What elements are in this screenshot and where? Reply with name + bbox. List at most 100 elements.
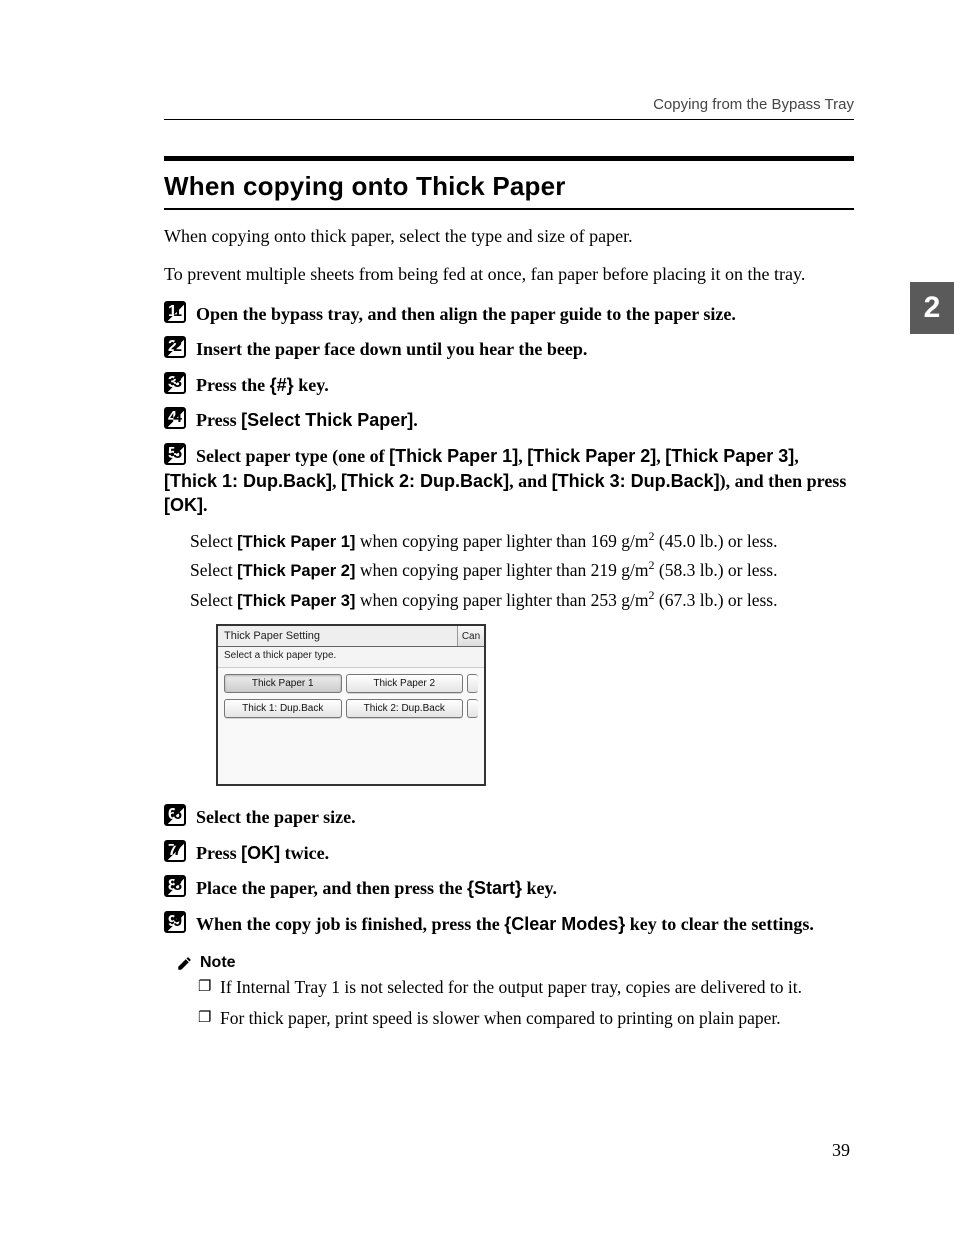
s9-post: key to clear the settings. [625, 914, 814, 934]
step-3-post: key. [294, 375, 329, 395]
step-number-icon: 66 [164, 804, 186, 826]
s5-b2: [Thick Paper 2] [527, 446, 656, 466]
tp3-label: [Thick Paper 3] [237, 591, 355, 609]
lcd-btn-partial-2[interactable] [467, 699, 478, 718]
thick-paper-3-spec: Select [Thick Paper 3] when copying pape… [190, 587, 854, 612]
tp3-pre: Select [190, 589, 237, 609]
s5-ok: [OK] [164, 495, 203, 515]
note-heading: Note [176, 954, 854, 972]
s5-post: . [203, 495, 208, 515]
pencil-icon [176, 954, 194, 972]
s7-post: twice. [280, 843, 329, 863]
lcd-body: Thick Paper 1 Thick Paper 2 Thick 1: Dup… [218, 668, 484, 784]
clear-modes-key-label: {Clear Modes} [504, 914, 625, 934]
lcd-btn-thick-paper-2[interactable]: Thick Paper 2 [346, 674, 464, 693]
note-item-1: If Internal Tray 1 is not selected for t… [198, 976, 854, 999]
lcd-btn-thick-paper-1[interactable]: Thick Paper 1 [224, 674, 342, 693]
running-header: Copying from the Bypass Tray [164, 96, 854, 113]
s8-post: key. [522, 878, 557, 898]
ok-label: [OK] [241, 843, 280, 863]
s5-b5: [Thick 2: Dup.Back] [341, 471, 509, 491]
step-number-icon: 55 [164, 443, 186, 465]
header-rule [164, 119, 854, 120]
page: Copying from the Bypass Tray 2 When copy… [0, 0, 954, 1235]
start-key-label: {Start} [467, 878, 522, 898]
tp2-label: [Thick Paper 2] [237, 562, 355, 580]
step-number-icon: 99 [164, 911, 186, 933]
s5-pre: Select paper type (one of [196, 446, 389, 466]
step-7-text: Press [OK] twice. [196, 843, 329, 863]
lcd-panel: Thick Paper Setting Can Select a thick p… [216, 624, 486, 786]
step-1-text: Open the bypass tray, and then align the… [196, 304, 736, 324]
step-number-icon: 33 [164, 372, 186, 394]
lcd-instruction: Select a thick paper type. [218, 647, 484, 668]
select-thick-paper-label: [Select Thick Paper] [241, 410, 413, 430]
step-6-text: Select the paper size. [196, 807, 356, 827]
step-1: 11 Open the bypass tray, and then align … [164, 301, 854, 327]
tp3-tail: (67.3 lb.) or less. [655, 589, 778, 609]
note-item-2: For thick paper, print speed is slower w… [198, 1007, 854, 1030]
s5-b3: [Thick Paper 3] [665, 446, 794, 466]
step-number-icon: 88 [164, 875, 186, 897]
lcd-titlebar: Thick Paper Setting Can [218, 626, 484, 647]
tp1-label: [Thick Paper 1] [237, 533, 355, 551]
step-5-substeps: Select [Thick Paper 1] when copying pape… [190, 528, 854, 786]
tp1-post: when copying paper lighter than 169 g/m [355, 531, 648, 551]
lcd-btn-thick-2-dupback[interactable]: Thick 2: Dup.Back [346, 699, 464, 718]
step-3-pre: Press the [196, 375, 270, 395]
step-8-text: Place the paper, and then press the {Sta… [196, 878, 557, 898]
title-top-rule [164, 156, 854, 161]
step-2: 22 Insert the paper face down until you … [164, 336, 854, 362]
step-number-icon: 44 [164, 407, 186, 429]
s5-b1: [Thick Paper 1] [389, 446, 518, 466]
tp1-tail: (45.0 lb.) or less. [655, 531, 778, 551]
tp1-pre: Select [190, 531, 237, 551]
s8-pre: Place the paper, and then press the [196, 878, 467, 898]
step-number-icon: 22 [164, 336, 186, 358]
title-bottom-rule [164, 208, 854, 210]
step-4-post: . [413, 410, 418, 430]
lcd-title: Thick Paper Setting [218, 626, 457, 646]
step-3-text: Press the {#} key. [196, 375, 329, 395]
step-number-icon: 77 [164, 840, 186, 862]
lcd-cancel-button[interactable]: Can [457, 626, 484, 646]
lcd-row-2: Thick 1: Dup.Back Thick 2: Dup.Back [224, 699, 478, 718]
step-9-text: When the copy job is finished, press the… [196, 914, 814, 934]
s9-pre: When the copy job is finished, press the [196, 914, 504, 934]
step-4-text: Press [Select Thick Paper]. [196, 410, 418, 430]
lcd-btn-thick-1-dupback[interactable]: Thick 1: Dup.Back [224, 699, 342, 718]
step-6: 66 Select the paper size. [164, 804, 854, 830]
note-label: Note [200, 954, 236, 972]
section-title: When copying onto Thick Paper [164, 171, 854, 202]
s5-mid: , and [509, 471, 552, 491]
lcd-btn-partial[interactable] [467, 674, 478, 693]
step-3: 33 Press the {#} key. [164, 372, 854, 398]
step-5-text: Select paper type (one of [Thick Paper 1… [164, 446, 846, 515]
tp2-post: when copying paper lighter than 219 g/m [355, 560, 648, 580]
step-4: 44 Press [Select Thick Paper]. [164, 407, 854, 433]
tp2-pre: Select [190, 560, 237, 580]
tp3-post: when copying paper lighter than 253 g/m [355, 589, 648, 609]
page-number: 39 [832, 1140, 850, 1161]
step-7: 77 Press [OK] twice. [164, 840, 854, 866]
step-number-icon: 11 [164, 301, 186, 323]
step-8: 88 Place the paper, and then press the {… [164, 875, 854, 901]
note-list: If Internal Tray 1 is not selected for t… [198, 976, 854, 1030]
hash-key-label: {#} [270, 375, 294, 395]
step-9: 99 When the copy job is finished, press … [164, 911, 854, 937]
intro-paragraph-2: To prevent multiple sheets from being fe… [164, 262, 854, 286]
thick-paper-2-spec: Select [Thick Paper 2] when copying pape… [190, 557, 854, 582]
step-4-pre: Press [196, 410, 241, 430]
s5-mid2: ), and then press [720, 471, 847, 491]
step-5: 55 Select paper type (one of [Thick Pape… [164, 443, 854, 518]
s5-b4: [Thick 1: Dup.Back] [164, 471, 332, 491]
chapter-thumb-tab: 2 [910, 282, 954, 334]
intro-paragraph-1: When copying onto thick paper, select th… [164, 224, 854, 248]
s5-sep1: , [518, 446, 527, 466]
s7-pre: Press [196, 843, 241, 863]
s5-sep2: , [656, 446, 665, 466]
step-2-text: Insert the paper face down until you hea… [196, 339, 587, 359]
s5-b6: [Thick 3: Dup.Back] [552, 471, 720, 491]
lcd-row-1: Thick Paper 1 Thick Paper 2 [224, 674, 478, 693]
thick-paper-1-spec: Select [Thick Paper 1] when copying pape… [190, 528, 854, 553]
